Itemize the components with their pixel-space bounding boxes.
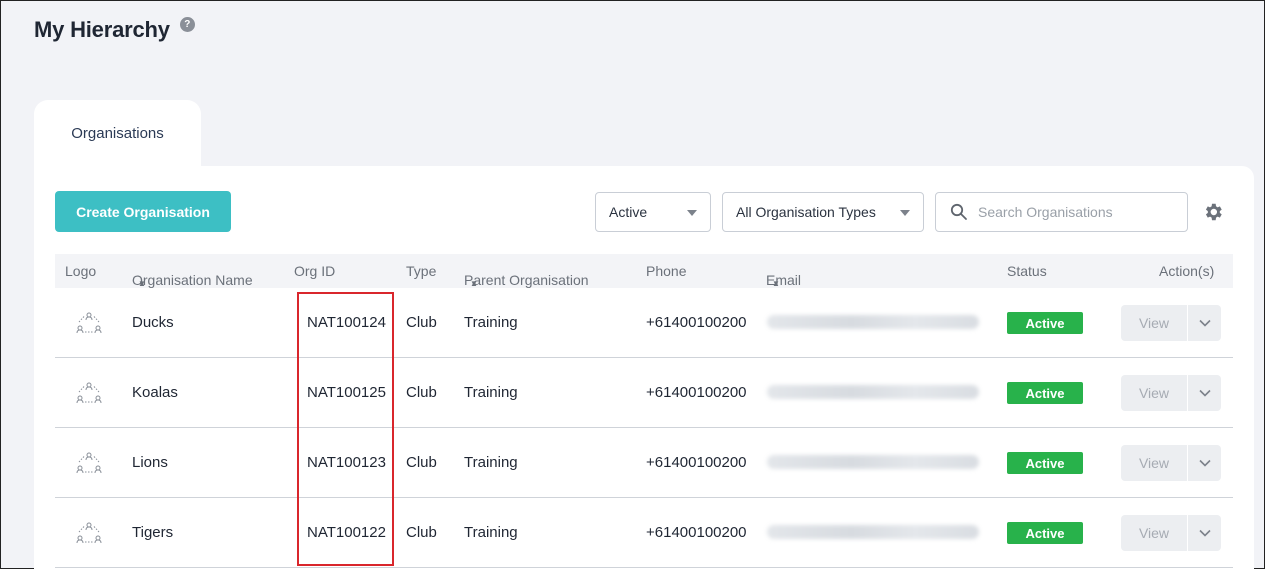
view-button[interactable]: View [1121, 445, 1187, 481]
table-row: Tigers NAT100122 Club Training +61400100… [55, 498, 1233, 568]
table-row: Lions NAT100123 Club Training +614001002… [55, 428, 1233, 498]
create-organisation-button[interactable]: Create Organisation [55, 191, 231, 232]
org-type: Club [406, 384, 437, 401]
header-phone: Phone [646, 263, 687, 279]
org-network-icon [76, 312, 102, 334]
table-header: Logo Organisation Name ▲ ▼ Org ID Type Par… [55, 254, 1233, 288]
header-label: Organisation Name [132, 272, 253, 288]
phone: +61400100200 [646, 524, 747, 541]
chevron-down-icon [1198, 529, 1211, 537]
view-button[interactable]: View [1121, 375, 1187, 411]
caret-down-icon [687, 210, 697, 216]
actions-dropdown-button[interactable] [1187, 305, 1221, 341]
actions-dropdown-button[interactable] [1187, 375, 1221, 411]
parent-organisation: Training [464, 524, 518, 541]
org-type: Club [406, 454, 437, 471]
email-redacted [767, 525, 979, 539]
type-filter-value: All Organisation Types [736, 204, 876, 220]
header-org-id: Org ID [294, 263, 336, 279]
search-box[interactable] [935, 192, 1188, 232]
organisation-name: Tigers [132, 524, 174, 541]
parent-organisation: Training [464, 454, 518, 471]
row-actions: View [1121, 445, 1221, 481]
status-filter-select[interactable]: Active [595, 192, 711, 232]
header-label: Parent Organisation [464, 272, 589, 288]
search-input[interactable] [978, 204, 1178, 220]
chevron-down-icon [1198, 319, 1211, 327]
email-redacted [767, 315, 979, 329]
caret-down-icon [900, 210, 910, 216]
chevron-down-icon [1198, 389, 1211, 397]
header-logo: Logo [65, 263, 97, 279]
email-redacted [767, 385, 979, 399]
org-type: Club [406, 524, 437, 541]
organisations-panel: Create Organisation Active All Organisat… [34, 166, 1254, 569]
org-id: NAT100124 [307, 314, 386, 331]
actions-dropdown-button[interactable] [1187, 445, 1221, 481]
org-network-icon [76, 452, 102, 474]
tab-label: Organisations [71, 125, 164, 142]
question-circle-icon[interactable]: ? [179, 16, 195, 32]
actions-dropdown-button[interactable] [1187, 515, 1221, 551]
organisation-type-select[interactable]: All Organisation Types [722, 192, 924, 232]
org-id: NAT100123 [307, 454, 386, 471]
org-type: Club [406, 314, 437, 331]
org-network-icon [76, 522, 102, 544]
row-actions: View [1121, 375, 1221, 411]
status-badge: Active [1007, 452, 1083, 474]
parent-organisation: Training [464, 314, 518, 331]
header-type: Type [406, 263, 437, 279]
status-badge: Active [1007, 312, 1083, 334]
gear-icon[interactable] [1202, 201, 1224, 223]
organisation-name: Ducks [132, 314, 174, 331]
email-redacted [767, 455, 979, 469]
status-badge: Active [1007, 382, 1083, 404]
organisation-name: Lions [132, 454, 168, 471]
phone: +61400100200 [646, 454, 747, 471]
page-header: My Hierarchy ? [34, 16, 195, 43]
chevron-down-icon [1198, 459, 1211, 467]
org-id: NAT100125 [307, 384, 386, 401]
status-badge: Active [1007, 522, 1083, 544]
view-button[interactable]: View [1121, 305, 1187, 341]
row-actions: View [1121, 305, 1221, 341]
tab-organisations[interactable]: Organisations [34, 100, 201, 167]
search-icon [950, 203, 967, 220]
table-row: Ducks NAT100124 Club Training +614001002… [55, 288, 1233, 358]
status-filter-value: Active [609, 204, 648, 220]
phone: +61400100200 [646, 384, 747, 401]
org-id: NAT100122 [307, 524, 386, 541]
header-actions: Action(s) [1159, 263, 1215, 279]
page-title: My Hierarchy [34, 17, 170, 42]
table-row: Koalas NAT100125 Club Training +61400100… [55, 358, 1233, 428]
organisation-name: Koalas [132, 384, 178, 401]
view-button[interactable]: View [1121, 515, 1187, 551]
header-status: Status [1007, 263, 1047, 279]
org-network-icon [76, 382, 102, 404]
phone: +61400100200 [646, 314, 747, 331]
parent-organisation: Training [464, 384, 518, 401]
row-actions: View [1121, 515, 1221, 551]
